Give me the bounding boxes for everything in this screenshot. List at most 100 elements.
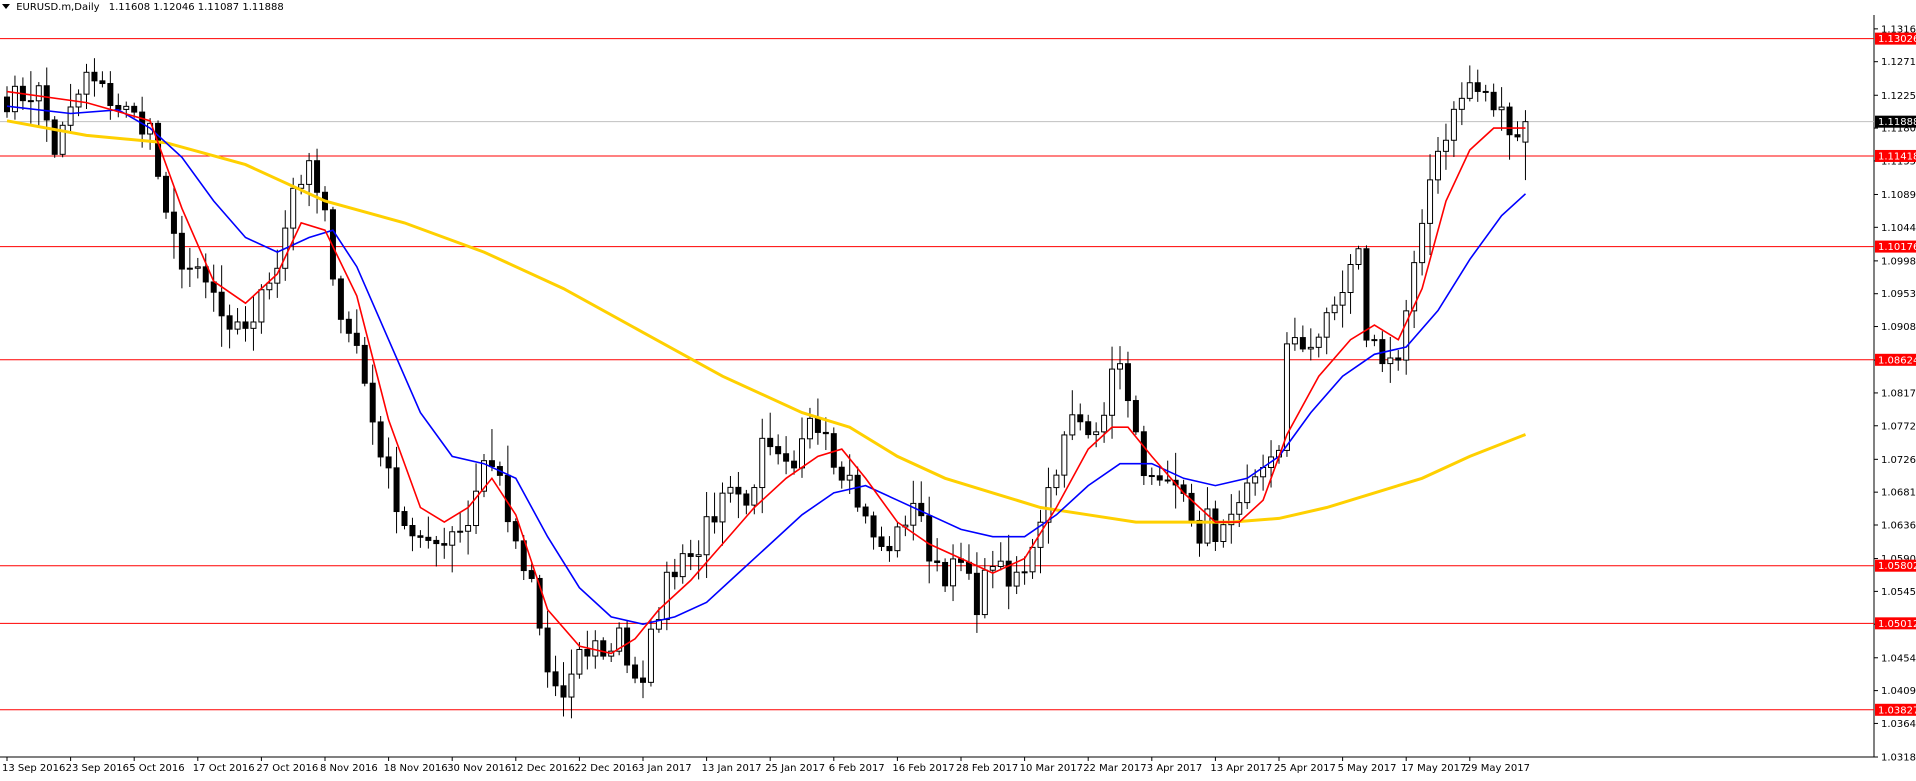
- bull-candle[interactable]: [846, 474, 853, 481]
- bear-candle[interactable]: [775, 446, 782, 455]
- bear-candle[interactable]: [163, 175, 169, 213]
- bull-candle[interactable]: [1450, 108, 1457, 141]
- bear-candle[interactable]: [934, 560, 941, 563]
- bear-candle[interactable]: [640, 677, 646, 683]
- bear-candle[interactable]: [624, 627, 631, 666]
- bull-candle[interactable]: [250, 321, 257, 329]
- bull-candle[interactable]: [1069, 414, 1076, 436]
- bull-candle[interactable]: [1427, 179, 1434, 224]
- bull-candle[interactable]: [1061, 434, 1068, 476]
- bull-candle[interactable]: [457, 530, 464, 533]
- bear-candle[interactable]: [115, 104, 122, 110]
- bull-candle[interactable]: [1419, 222, 1426, 264]
- bear-candle[interactable]: [91, 71, 98, 82]
- bear-candle[interactable]: [584, 648, 591, 657]
- bull-candle[interactable]: [1442, 139, 1449, 152]
- bull-candle[interactable]: [83, 71, 90, 95]
- bull-candle[interactable]: [1013, 571, 1020, 587]
- bull-candle[interactable]: [1021, 571, 1028, 574]
- bear-candle[interactable]: [512, 521, 519, 542]
- bull-candle[interactable]: [465, 525, 472, 532]
- bear-candle[interactable]: [417, 535, 424, 538]
- bear-candle[interactable]: [1490, 91, 1497, 111]
- bull-candle[interactable]: [1371, 339, 1378, 342]
- bear-candle[interactable]: [791, 460, 798, 469]
- bull-candle[interactable]: [194, 266, 201, 269]
- bull-candle[interactable]: [1331, 304, 1338, 314]
- bull-candle[interactable]: [576, 648, 583, 675]
- bear-candle[interactable]: [1299, 337, 1306, 350]
- bull-candle[interactable]: [1109, 368, 1116, 416]
- bull-candle[interactable]: [1435, 150, 1441, 181]
- bull-candle[interactable]: [1117, 363, 1123, 370]
- bear-candle[interactable]: [361, 344, 368, 384]
- bear-candle[interactable]: [886, 545, 893, 552]
- bear-candle[interactable]: [1124, 363, 1131, 402]
- bull-candle[interactable]: [67, 106, 74, 126]
- bear-candle[interactable]: [735, 486, 742, 495]
- bear-candle[interactable]: [27, 100, 34, 103]
- bull-candle[interactable]: [1315, 336, 1322, 348]
- bear-candle[interactable]: [4, 96, 10, 113]
- bull-candle[interactable]: [989, 566, 996, 571]
- bear-candle[interactable]: [1506, 106, 1513, 136]
- bull-candle[interactable]: [449, 531, 456, 546]
- bull-candle[interactable]: [695, 554, 702, 557]
- bull-candle[interactable]: [1347, 264, 1354, 294]
- bull-candle[interactable]: [663, 571, 670, 621]
- bear-candle[interactable]: [870, 515, 877, 538]
- bear-candle[interactable]: [854, 474, 861, 508]
- bull-candle[interactable]: [1458, 97, 1465, 110]
- bull-candle[interactable]: [1244, 482, 1251, 504]
- bear-candle[interactable]: [1156, 475, 1163, 481]
- bull-candle[interactable]: [1387, 357, 1394, 365]
- bear-candle[interactable]: [965, 561, 972, 574]
- bear-candle[interactable]: [170, 211, 177, 234]
- bull-candle[interactable]: [799, 438, 805, 469]
- bear-candle[interactable]: [107, 83, 114, 106]
- bull-candle[interactable]: [1101, 414, 1108, 433]
- bull-candle[interactable]: [35, 85, 42, 102]
- bear-candle[interactable]: [1482, 90, 1489, 93]
- bear-candle[interactable]: [1196, 519, 1203, 544]
- bear-candle[interactable]: [1132, 400, 1139, 433]
- bear-candle[interactable]: [43, 85, 50, 121]
- bull-candle[interactable]: [751, 487, 758, 506]
- bear-candle[interactable]: [600, 640, 607, 657]
- bull-candle[interactable]: [759, 437, 766, 489]
- bear-candle[interactable]: [345, 318, 352, 334]
- bear-candle[interactable]: [1212, 508, 1219, 542]
- bear-candle[interactable]: [1077, 414, 1084, 423]
- bear-candle[interactable]: [878, 536, 885, 547]
- bear-candle[interactable]: [99, 80, 106, 85]
- bear-candle[interactable]: [1085, 421, 1092, 436]
- bear-candle[interactable]: [210, 281, 217, 293]
- bear-candle[interactable]: [242, 321, 249, 329]
- bull-candle[interactable]: [1093, 431, 1100, 436]
- bear-candle[interactable]: [973, 572, 980, 616]
- bear-candle[interactable]: [504, 474, 511, 523]
- bull-candle[interactable]: [679, 553, 686, 578]
- bull-candle[interactable]: [592, 640, 599, 657]
- bear-candle[interactable]: [337, 278, 344, 320]
- bear-candle[interactable]: [632, 664, 639, 679]
- bear-candle[interactable]: [202, 266, 209, 283]
- price-chart[interactable]: 1.131601.127101.122501.118001.113501.108…: [0, 0, 1916, 776]
- bear-candle[interactable]: [155, 122, 162, 177]
- bull-candle[interactable]: [997, 560, 1004, 568]
- bull-candle[interactable]: [234, 321, 241, 330]
- bull-candle[interactable]: [306, 160, 313, 185]
- bear-candle[interactable]: [838, 466, 845, 481]
- bear-candle[interactable]: [1140, 431, 1147, 477]
- bull-candle[interactable]: [1053, 474, 1060, 489]
- bear-candle[interactable]: [1188, 492, 1195, 521]
- bull-candle[interactable]: [727, 486, 734, 494]
- bear-candle[interactable]: [377, 421, 384, 458]
- bear-candle[interactable]: [926, 515, 933, 562]
- bull-candle[interactable]: [981, 569, 988, 616]
- bull-candle[interactable]: [266, 282, 273, 291]
- bear-candle[interactable]: [409, 525, 416, 537]
- bear-candle[interactable]: [51, 119, 58, 155]
- bear-candle[interactable]: [743, 493, 750, 506]
- ma-mid-line[interactable]: [6, 105, 1527, 626]
